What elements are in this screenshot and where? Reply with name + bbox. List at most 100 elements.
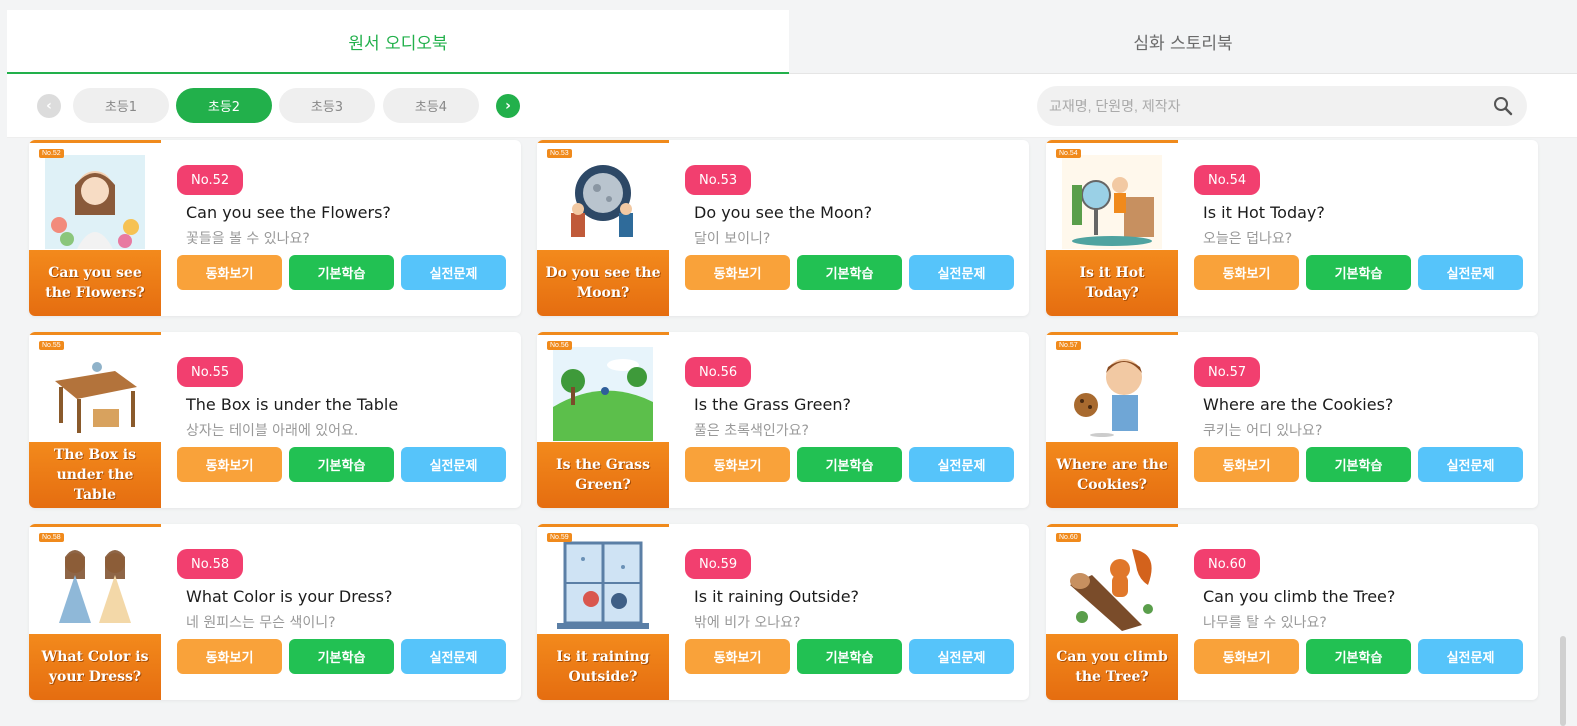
- book-cover[interactable]: No.56 Is the Grass Green?: [537, 332, 669, 508]
- filter-bar: ‹ 초등1 초등2 초등3 초등4 ›: [7, 74, 1577, 138]
- book-subtitle: 밖에 비가 오나요?: [694, 615, 801, 631]
- cover-number-badge: No.58: [39, 533, 64, 542]
- cover-number-badge: No.53: [547, 149, 572, 158]
- cover-title: The Box is under the Table: [29, 442, 161, 508]
- book-subtitle: 오늘은 덥나요?: [1203, 231, 1293, 247]
- book-title: Is it raining Outside?: [694, 587, 860, 606]
- book-card: No.55 The Box is under the Table No.55 The …: [29, 332, 521, 508]
- basic-study-button[interactable]: 기본학습: [797, 639, 902, 674]
- grade-pill-3[interactable]: 초등3: [279, 88, 375, 123]
- story-view-button[interactable]: 동화보기: [1194, 639, 1299, 674]
- book-title: Is the Grass Green?: [694, 395, 851, 414]
- practice-test-button[interactable]: 실전문제: [909, 447, 1014, 482]
- book-cover[interactable]: No.53 Do you see the Moon?: [537, 140, 669, 316]
- practice-test-button[interactable]: 실전문제: [909, 255, 1014, 290]
- book-cover-illustration: [45, 155, 145, 249]
- book-number-badge: No.54: [1194, 165, 1261, 195]
- story-view-button[interactable]: 동화보기: [177, 255, 282, 290]
- story-view-button[interactable]: 동화보기: [177, 639, 282, 674]
- book-subtitle: 상자는 테이블 아래에 있어요.: [186, 423, 359, 439]
- book-cover[interactable]: No.57 Where are the Cookies?: [1046, 332, 1178, 508]
- practice-test-button[interactable]: 실전문제: [401, 639, 506, 674]
- grade-pill-2[interactable]: 초등2: [176, 88, 272, 123]
- basic-study-button[interactable]: 기본학습: [289, 255, 394, 290]
- cover-number-badge: No.60: [1056, 533, 1081, 542]
- basic-study-button[interactable]: 기본학습: [1306, 255, 1411, 290]
- book-cover-illustration: [1062, 539, 1162, 633]
- book-cover-illustration: [553, 347, 653, 441]
- book-title: Can you climb the Tree?: [1203, 587, 1396, 606]
- book-cover[interactable]: No.59 Is it raining Outside?: [537, 524, 669, 700]
- story-view-button[interactable]: 동화보기: [685, 447, 790, 482]
- story-view-button[interactable]: 동화보기: [177, 447, 282, 482]
- book-cover[interactable]: No.55 The Box is under the Table: [29, 332, 161, 508]
- grade-pill-4[interactable]: 초등4: [383, 88, 479, 123]
- cover-number-badge: No.56: [547, 341, 572, 350]
- book-cover-illustration: [1062, 155, 1162, 249]
- book-number-badge: No.59: [685, 549, 752, 579]
- basic-study-button[interactable]: 기본학습: [1306, 639, 1411, 674]
- tab-advanced-storybook[interactable]: 심화 스토리북: [789, 10, 1577, 74]
- book-title: Do you see the Moon?: [694, 203, 873, 222]
- book-card: No.60 Can you climb the Tree? No.60 Can you…: [1046, 524, 1538, 700]
- book-title: The Box is under the Table: [186, 395, 399, 414]
- book-card: No.59 Is it raining Outside? No.59 Is it ra…: [537, 524, 1029, 700]
- book-cover[interactable]: No.52 Can you see the Flowers?: [29, 140, 161, 316]
- search-icon[interactable]: [1493, 96, 1513, 116]
- search-input[interactable]: [1049, 86, 1479, 126]
- cover-title: Is it Hot Today?: [1046, 250, 1178, 316]
- book-title: Is it Hot Today?: [1203, 203, 1325, 222]
- cover-title: Is the Grass Green?: [537, 442, 669, 508]
- cover-title: What Color is your Dress?: [29, 634, 161, 700]
- cover-title: Do you see the Moon?: [537, 250, 669, 316]
- tab-original-audiobook[interactable]: 원서 오디오북: [7, 10, 789, 74]
- book-card: No.54 Is it Hot Today? No.54 Is it Hot Toda…: [1046, 140, 1538, 316]
- basic-study-button[interactable]: 기본학습: [289, 447, 394, 482]
- book-subtitle: 달이 보이니?: [694, 231, 771, 247]
- book-cover-illustration: [553, 539, 653, 633]
- book-cover[interactable]: No.58 What Color is your Dress?: [29, 524, 161, 700]
- book-number-badge: No.56: [685, 357, 752, 387]
- chevron-right-icon[interactable]: ›: [496, 94, 520, 118]
- top-tabs: 원서 오디오북 심화 스토리북: [7, 10, 1577, 74]
- book-cover[interactable]: No.54 Is it Hot Today?: [1046, 140, 1178, 316]
- practice-test-button[interactable]: 실전문제: [1418, 639, 1523, 674]
- book-subtitle: 쿠키는 어디 있나요?: [1203, 423, 1323, 439]
- scrollbar[interactable]: [1560, 636, 1566, 726]
- book-number-badge: No.53: [685, 165, 752, 195]
- story-view-button[interactable]: 동화보기: [685, 639, 790, 674]
- chevron-left-icon[interactable]: ‹: [37, 94, 61, 118]
- cover-number-badge: No.54: [1056, 149, 1081, 158]
- book-card: No.53 Do you see the Moon? No.53 Do you see…: [537, 140, 1029, 316]
- practice-test-button[interactable]: 실전문제: [1418, 255, 1523, 290]
- book-number-badge: No.60: [1194, 549, 1261, 579]
- book-title: Can you see the Flowers?: [186, 203, 391, 222]
- book-title: What Color is your Dress?: [186, 587, 393, 606]
- grade-pill-1[interactable]: 초등1: [73, 88, 169, 123]
- book-cover-illustration: [553, 155, 653, 249]
- story-view-button[interactable]: 동화보기: [1194, 255, 1299, 290]
- basic-study-button[interactable]: 기본학습: [797, 447, 902, 482]
- book-number-badge: No.58: [177, 549, 244, 579]
- practice-test-button[interactable]: 실전문제: [401, 447, 506, 482]
- cover-number-badge: No.52: [39, 149, 64, 158]
- story-view-button[interactable]: 동화보기: [685, 255, 790, 290]
- book-subtitle: 꽃들을 볼 수 있나요?: [186, 231, 310, 247]
- book-subtitle: 나무를 탈 수 있나요?: [1203, 615, 1327, 631]
- book-title: Where are the Cookies?: [1203, 395, 1394, 414]
- practice-test-button[interactable]: 실전문제: [401, 255, 506, 290]
- practice-test-button[interactable]: 실전문제: [1418, 447, 1523, 482]
- cover-title: Where are the Cookies?: [1046, 442, 1178, 508]
- cover-title: Can you see the Flowers?: [29, 250, 161, 316]
- basic-study-button[interactable]: 기본학습: [1306, 447, 1411, 482]
- book-cover-illustration: [45, 347, 145, 441]
- book-cover[interactable]: No.60 Can you climb the Tree?: [1046, 524, 1178, 700]
- cover-number-badge: No.57: [1056, 341, 1081, 350]
- cover-number-badge: No.59: [547, 533, 572, 542]
- basic-study-button[interactable]: 기본학습: [797, 255, 902, 290]
- story-view-button[interactable]: 동화보기: [1194, 447, 1299, 482]
- search-box: [1037, 86, 1527, 126]
- practice-test-button[interactable]: 실전문제: [909, 639, 1014, 674]
- book-card: No.58 What Color is your Dress? No.58 What …: [29, 524, 521, 700]
- basic-study-button[interactable]: 기본학습: [289, 639, 394, 674]
